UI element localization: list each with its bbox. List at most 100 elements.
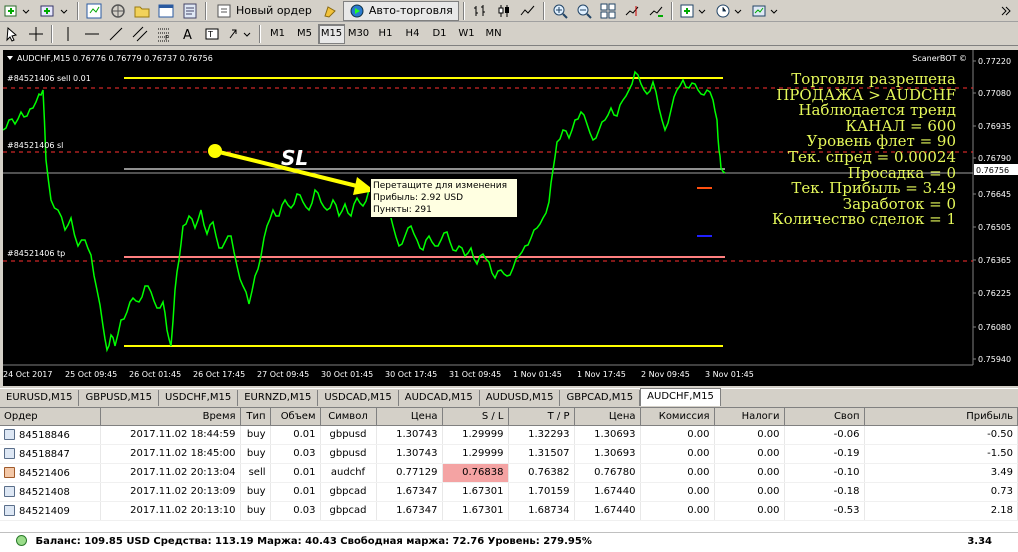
line-chart-icon[interactable] [517,1,539,21]
folder-icon[interactable] [131,1,153,21]
market-watch-icon[interactable] [83,1,105,21]
profiles-button[interactable] [37,1,73,21]
order-commission-cell: 0.00 [640,482,715,502]
new-order-button[interactable]: Новый ордер [211,1,317,21]
metaeditor-icon[interactable] [319,1,341,21]
chart-shift-icon[interactable] [621,1,643,21]
autoscroll-icon[interactable] [645,1,667,21]
terminal-icon[interactable] [155,1,177,21]
tp-order-label: #84521406 tp [7,249,65,258]
timeframe-m5[interactable]: M5 [291,24,318,44]
chart-tabs: EURUSD,M15 GBPUSD,M15 USDCHF,M15 EURNZD,M15… [0,388,1018,406]
column-header[interactable]: Ордер [0,408,101,426]
order-ticket-cell: 84521408 [0,482,101,502]
chart-tab[interactable]: GBPUSD,M15 [79,390,160,406]
order-ticket: 84518847 [19,448,70,460]
price-axis-label: 0.76645 [978,190,1011,199]
chart-tab[interactable]: EURUSD,M15 [0,390,80,406]
timeframe-m15[interactable]: M15 [318,23,345,44]
chart-tab[interactable]: GBPCAD,M15 [560,390,641,406]
column-header[interactable]: Своп [784,408,865,426]
column-header[interactable]: Комиссия [640,408,715,426]
timeframe-w1[interactable]: W1 [453,24,480,44]
info-line: Торговля разрешена [791,70,956,88]
cursor-icon[interactable] [1,24,23,44]
chart-tab[interactable]: EURNZD,M15 [238,390,319,406]
buy-order-icon [4,504,15,516]
fibonacci-icon[interactable]: F [153,24,175,44]
order-volume-cell: 0.01 [270,482,321,502]
column-header[interactable]: Цена [574,408,641,426]
order-row[interactable]: 84521406 2017.11.02 20:13:04 sell 0.01 audch… [0,463,1018,483]
order-volume-cell: 0.01 [270,425,321,445]
order-swap-cell: -0.19 [784,444,865,464]
time-axis-label: 3 Nov 01:45 [705,370,754,379]
vertical-line-icon[interactable] [57,24,79,44]
timeframe-h1[interactable]: H1 [372,24,399,44]
time-axis-label: 1 Nov 17:45 [577,370,626,379]
indicators-button[interactable] [677,1,711,21]
chart-tab[interactable]: AUDUSD,M15 [480,390,561,406]
order-symbol-cell: audchf [320,463,377,483]
column-header[interactable]: Тип [240,408,271,426]
order-type-cell: buy [240,501,271,521]
trendline-icon[interactable] [105,24,127,44]
column-header[interactable]: Цена [376,408,443,426]
timeframe-m30[interactable]: M30 [345,24,372,44]
orders-table: Ордер Время Тип Объем Символ Цена S / LT / P Це… [0,408,1018,521]
label-tool-icon[interactable]: T [201,24,223,44]
order-tp-cell: 1.32293 [508,425,575,445]
chart-tab[interactable]: AUDCAD,M15 [399,390,480,406]
order-row[interactable]: 84521409 2017.11.02 20:13:10 buy 0.03 gbpcad… [0,501,1018,521]
tester-icon[interactable] [179,1,201,21]
navigator-icon[interactable] [107,1,129,21]
order-profit-cell: 0.73 [864,482,1018,502]
order-ticket: 84521409 [19,505,70,517]
new-order-label: Новый ордер [236,4,312,17]
order-row[interactable]: 84521408 2017.11.02 20:13:09 buy 0.01 gbpcad… [0,482,1018,502]
toolbar-chevron-icon[interactable] [995,1,1017,21]
price-axis-label: 0.77080 [978,89,1011,98]
crosshair-icon[interactable] [25,24,47,44]
chart-tab[interactable]: USDCAD,M15 [318,390,399,406]
order-row[interactable]: 84518846 2017.11.02 18:44:59 buy 0.01 gbpusd… [0,425,1018,445]
chart-tab[interactable]: USDCHF,M15 [159,390,239,406]
orders-table-header: Ордер Время Тип Объем Символ Цена S / LT / P Це… [0,408,1018,426]
column-header[interactable]: T / P [508,408,575,426]
auto-trading-button[interactable]: Авто-торговля [342,0,459,21]
order-taxes-cell: 0.00 [714,444,785,464]
templates-button[interactable] [749,1,783,21]
time-axis-label: 26 Oct 17:45 [193,370,245,379]
order-commission-cell: 0.00 [640,425,715,445]
timeframe-d1[interactable]: D1 [426,24,453,44]
timeframe-m1[interactable]: M1 [264,24,291,44]
column-header[interactable]: Символ [320,408,377,426]
horizontal-line-icon[interactable] [81,24,103,44]
time-axis: 24 Oct 2017 25 Oct 09:45 26 Oct 01:45 26 Oc… [3,370,754,379]
column-header[interactable]: S / L [442,408,509,426]
zoom-out-icon[interactable] [573,1,595,21]
tile-windows-icon[interactable] [597,1,619,21]
zoom-in-icon[interactable] [549,1,571,21]
column-header[interactable]: Налоги [714,408,785,426]
column-header[interactable]: Время [100,408,241,426]
column-header[interactable]: Объем [270,408,321,426]
timeframe-mn[interactable]: MN [480,24,507,44]
candlestick-icon[interactable] [493,1,515,21]
order-taxes-cell: 0.00 [714,482,785,502]
chart-tab[interactable]: AUDCHF,M15 [640,388,721,406]
order-tp-cell: 1.68734 [508,501,575,521]
price-axis-label: 0.76935 [978,122,1011,131]
new-chart-button[interactable] [1,1,35,21]
arrows-dropdown-button[interactable] [225,24,255,44]
chart-menu-icon[interactable] [7,56,13,60]
text-tool-icon[interactable]: A [177,24,199,44]
order-row[interactable]: 84518847 2017.11.02 18:45:00 buy 0.03 gbpusd… [0,444,1018,464]
price-chart[interactable]: SL AUDCHF,M15 0.76776 0.76779 0.76737 0.… [3,50,1018,386]
periods-button[interactable] [713,1,747,21]
order-ticket-cell: 84518846 [0,425,101,445]
channel-icon[interactable] [129,24,151,44]
bar-chart-icon[interactable] [469,1,491,21]
timeframe-h4[interactable]: H4 [399,24,426,44]
column-header[interactable]: Прибыль [864,408,1018,426]
